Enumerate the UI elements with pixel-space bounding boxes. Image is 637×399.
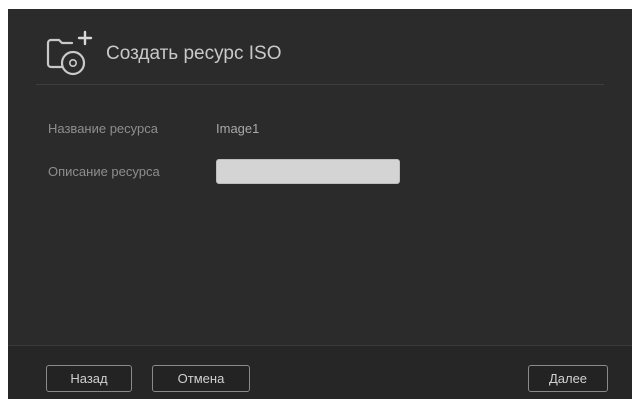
next-button[interactable]: Далее <box>528 365 608 392</box>
back-button[interactable]: Назад <box>46 365 132 392</box>
share-description-label: Описание ресурса <box>48 164 160 179</box>
share-name-label: Название ресурса <box>48 121 158 136</box>
cancel-button[interactable]: Отмена <box>152 365 250 392</box>
header-divider <box>36 84 604 85</box>
folder-add-disc-icon <box>46 30 93 76</box>
share-description-input[interactable] <box>216 159 400 184</box>
create-iso-share-dialog: Создать ресурс ISO Название ресурса Imag… <box>8 9 632 399</box>
dialog-title: Создать ресурс ISO <box>106 43 282 64</box>
dialog-footer: Назад Отмена Далее <box>8 345 632 399</box>
share-name-value: Image1 <box>216 121 260 136</box>
dialog-header: Создать ресурс ISO <box>8 9 632 87</box>
